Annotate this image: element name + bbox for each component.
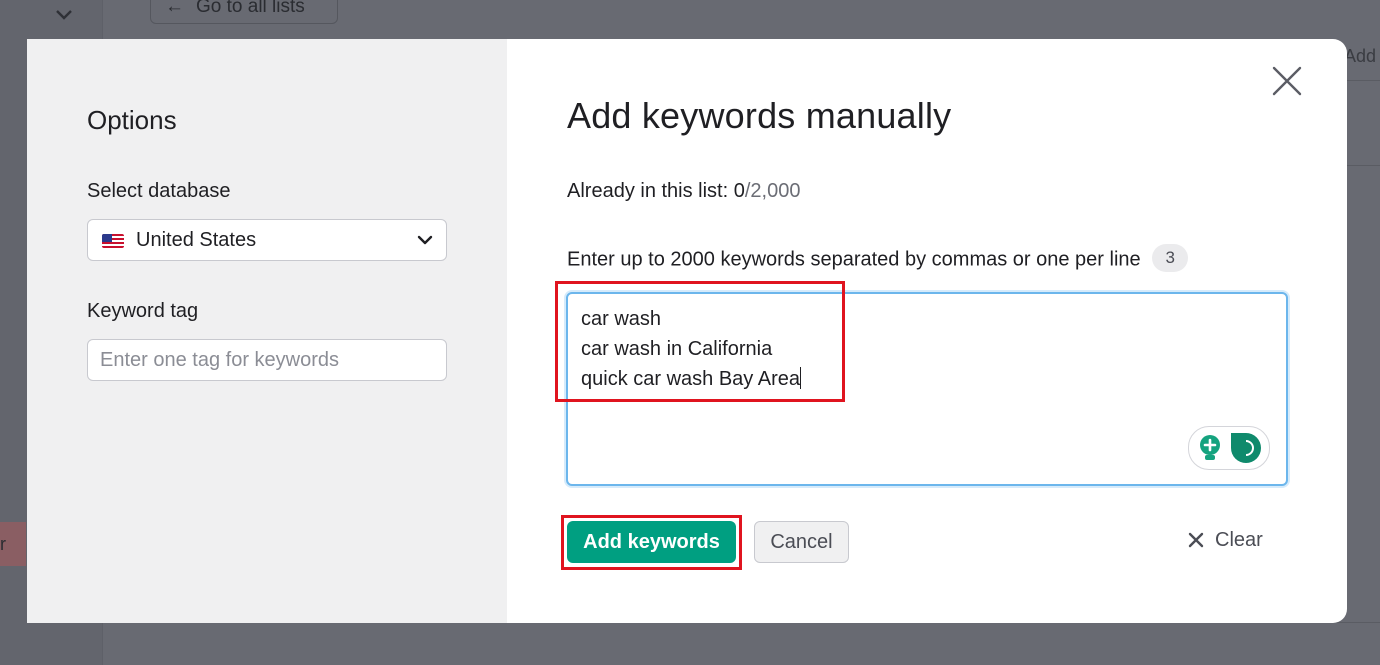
options-title: Options bbox=[87, 105, 177, 135]
list-count-current: 0 bbox=[733, 180, 745, 202]
keywords-hint: Enter up to 2000 keywords separated by c… bbox=[567, 244, 1189, 274]
arrow-left-icon: ← bbox=[165, 0, 184, 17]
list-count-max: /2,000 bbox=[744, 180, 801, 202]
background-tag: r bbox=[0, 522, 26, 566]
keyword-line: car wash bbox=[581, 308, 662, 330]
list-count-label: Already in this list: bbox=[567, 180, 729, 202]
writing-assistant-widget[interactable] bbox=[1188, 426, 1270, 470]
database-select[interactable]: United States bbox=[87, 219, 447, 261]
close-icon bbox=[1187, 531, 1205, 555]
keyword-tag-label: Keyword tag bbox=[87, 300, 199, 322]
page-title: Add keywords manually bbox=[567, 95, 952, 136]
background-back-button: ← Go to all lists bbox=[150, 0, 338, 24]
keyword-count-badge: 3 bbox=[1152, 244, 1189, 272]
list-count: Already in this list: 0/2,000 bbox=[567, 180, 800, 203]
background-divider bbox=[1344, 80, 1380, 81]
add-keywords-button[interactable]: Add keywords bbox=[567, 521, 736, 563]
background-add-button: Add bbox=[1344, 46, 1377, 66]
options-panel: Options Select database United States Ke… bbox=[27, 39, 507, 623]
chevron-down-icon bbox=[416, 233, 434, 251]
background-divider bbox=[1344, 165, 1380, 166]
keywords-panel: Add keywords manually Already in this li… bbox=[507, 39, 1347, 623]
clear-button-label: Clear bbox=[1215, 529, 1263, 551]
assistant-logo-icon bbox=[1229, 431, 1263, 470]
close-icon bbox=[1272, 66, 1302, 96]
lightbulb-icon bbox=[1197, 434, 1223, 467]
database-label: Select database bbox=[87, 180, 231, 202]
keywords-hint-text: Enter up to 2000 keywords separated by c… bbox=[567, 248, 1141, 271]
clear-button[interactable]: Clear bbox=[1187, 529, 1263, 557]
keyword-line: quick car wash Bay Area bbox=[581, 367, 801, 390]
background-chevron-down-icon bbox=[55, 8, 73, 26]
database-select-value: United States bbox=[136, 229, 257, 251]
keyword-tag-input[interactable] bbox=[87, 339, 447, 381]
text-caret bbox=[800, 367, 801, 389]
keywords-textarea[interactable]: car wash car wash in California quick ca… bbox=[566, 292, 1288, 486]
add-keywords-modal: Options Select database United States Ke… bbox=[27, 39, 1347, 623]
us-flag-icon bbox=[102, 234, 124, 248]
keywords-text: car wash car wash in California quick ca… bbox=[581, 304, 801, 394]
keyword-line: car wash in California bbox=[581, 338, 773, 360]
cancel-button[interactable]: Cancel bbox=[754, 521, 849, 563]
close-button[interactable] bbox=[1271, 65, 1303, 97]
